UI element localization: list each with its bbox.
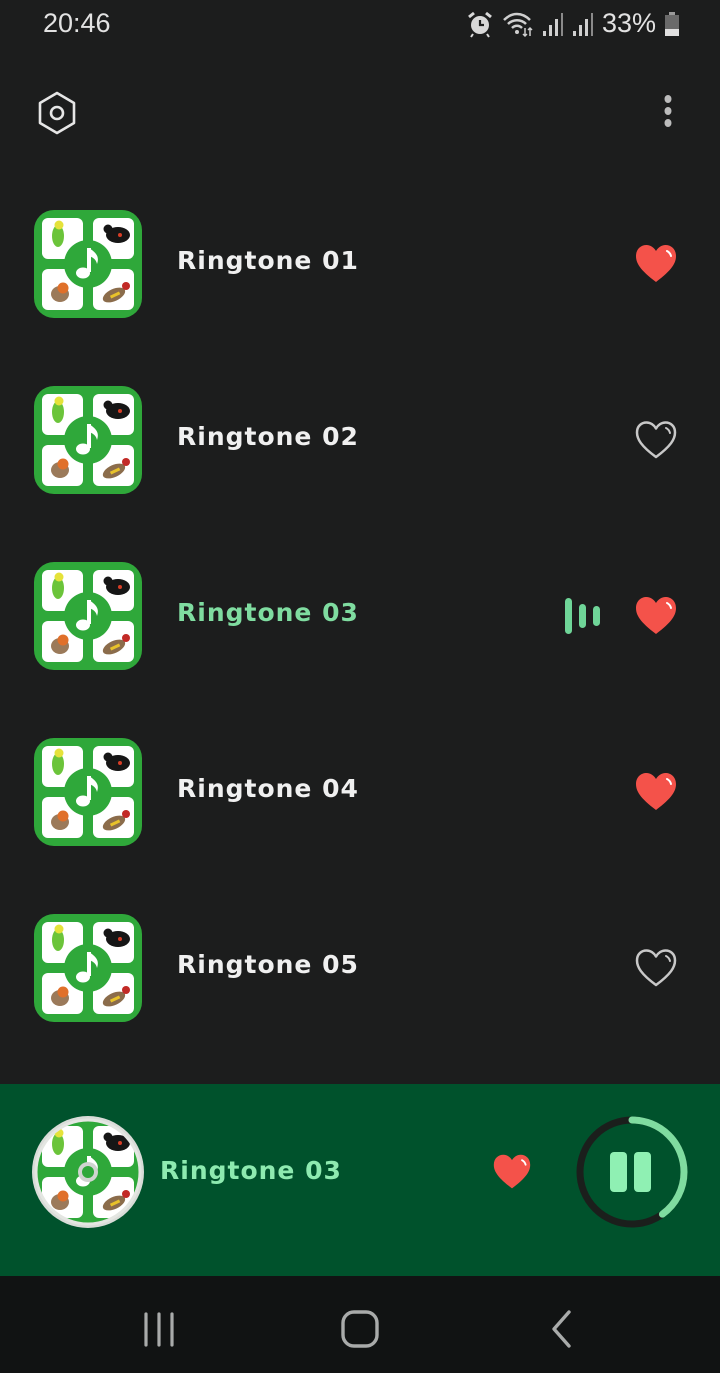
player-heart-filled-icon[interactable]	[492, 1152, 532, 1192]
equalizer-playing-icon	[565, 598, 600, 634]
ringtone-thumbnail	[32, 384, 144, 496]
signal-icon-2	[572, 12, 593, 36]
recent-apps-icon	[144, 1312, 174, 1347]
more-vertical-icon	[664, 95, 672, 127]
ringtone-thumbnail	[32, 560, 144, 672]
ringtone-title: Ringtone 01	[177, 246, 359, 275]
ringtone-row-1[interactable]: Ringtone 01	[0, 176, 720, 352]
battery-percent: 33%	[601, 8, 656, 38]
heart-outline-icon[interactable]	[634, 420, 678, 460]
heart-filled-icon[interactable]	[634, 596, 678, 636]
top-bar	[0, 86, 720, 140]
ringtone-row-5[interactable]: Ringtone 05	[0, 880, 720, 1056]
player-disc-artwork	[32, 1116, 144, 1228]
system-nav-bar	[0, 1276, 720, 1373]
status-bar: 20:46 33%	[0, 0, 720, 50]
battery-icon	[665, 11, 679, 36]
ringtone-title: Ringtone 05	[177, 950, 359, 979]
ringtone-row-4[interactable]: Ringtone 04	[0, 704, 720, 880]
ringtone-row-2[interactable]: Ringtone 02	[0, 352, 720, 528]
settings-icon	[38, 91, 76, 135]
signal-icon	[542, 12, 563, 36]
more-options-button[interactable]	[656, 94, 680, 134]
ringtone-title: Ringtone 02	[177, 422, 359, 451]
back-icon	[552, 1310, 571, 1348]
status-time: 20:46	[43, 8, 111, 38]
home-icon	[341, 1310, 379, 1348]
heart-filled-icon[interactable]	[634, 772, 678, 812]
heart-filled-icon[interactable]	[634, 244, 678, 284]
mini-player[interactable]: Ringtone 03	[0, 1084, 720, 1276]
recent-apps-button[interactable]	[134, 1302, 184, 1348]
settings-button[interactable]	[34, 90, 80, 136]
home-button[interactable]	[335, 1302, 385, 1348]
alarm-icon	[468, 11, 492, 38]
wifi-icon	[503, 12, 533, 37]
play-pause-button[interactable]	[575, 1115, 689, 1229]
ringtone-list: Ringtone 01 Ringtone 02 Ringtone 03 Ring…	[0, 176, 720, 1056]
back-button[interactable]	[540, 1302, 590, 1348]
ringtone-thumbnail	[32, 736, 144, 848]
ringtone-title: Ringtone 04	[177, 774, 359, 803]
ringtone-title: Ringtone 03	[177, 598, 359, 627]
ringtone-thumbnail	[32, 208, 144, 320]
status-icons: 33%	[466, 8, 680, 39]
heart-outline-icon[interactable]	[634, 948, 678, 988]
ringtone-thumbnail	[32, 912, 144, 1024]
player-title: Ringtone 03	[160, 1156, 342, 1185]
ringtone-row-3[interactable]: Ringtone 03	[0, 528, 720, 704]
pause-icon	[610, 1152, 651, 1192]
